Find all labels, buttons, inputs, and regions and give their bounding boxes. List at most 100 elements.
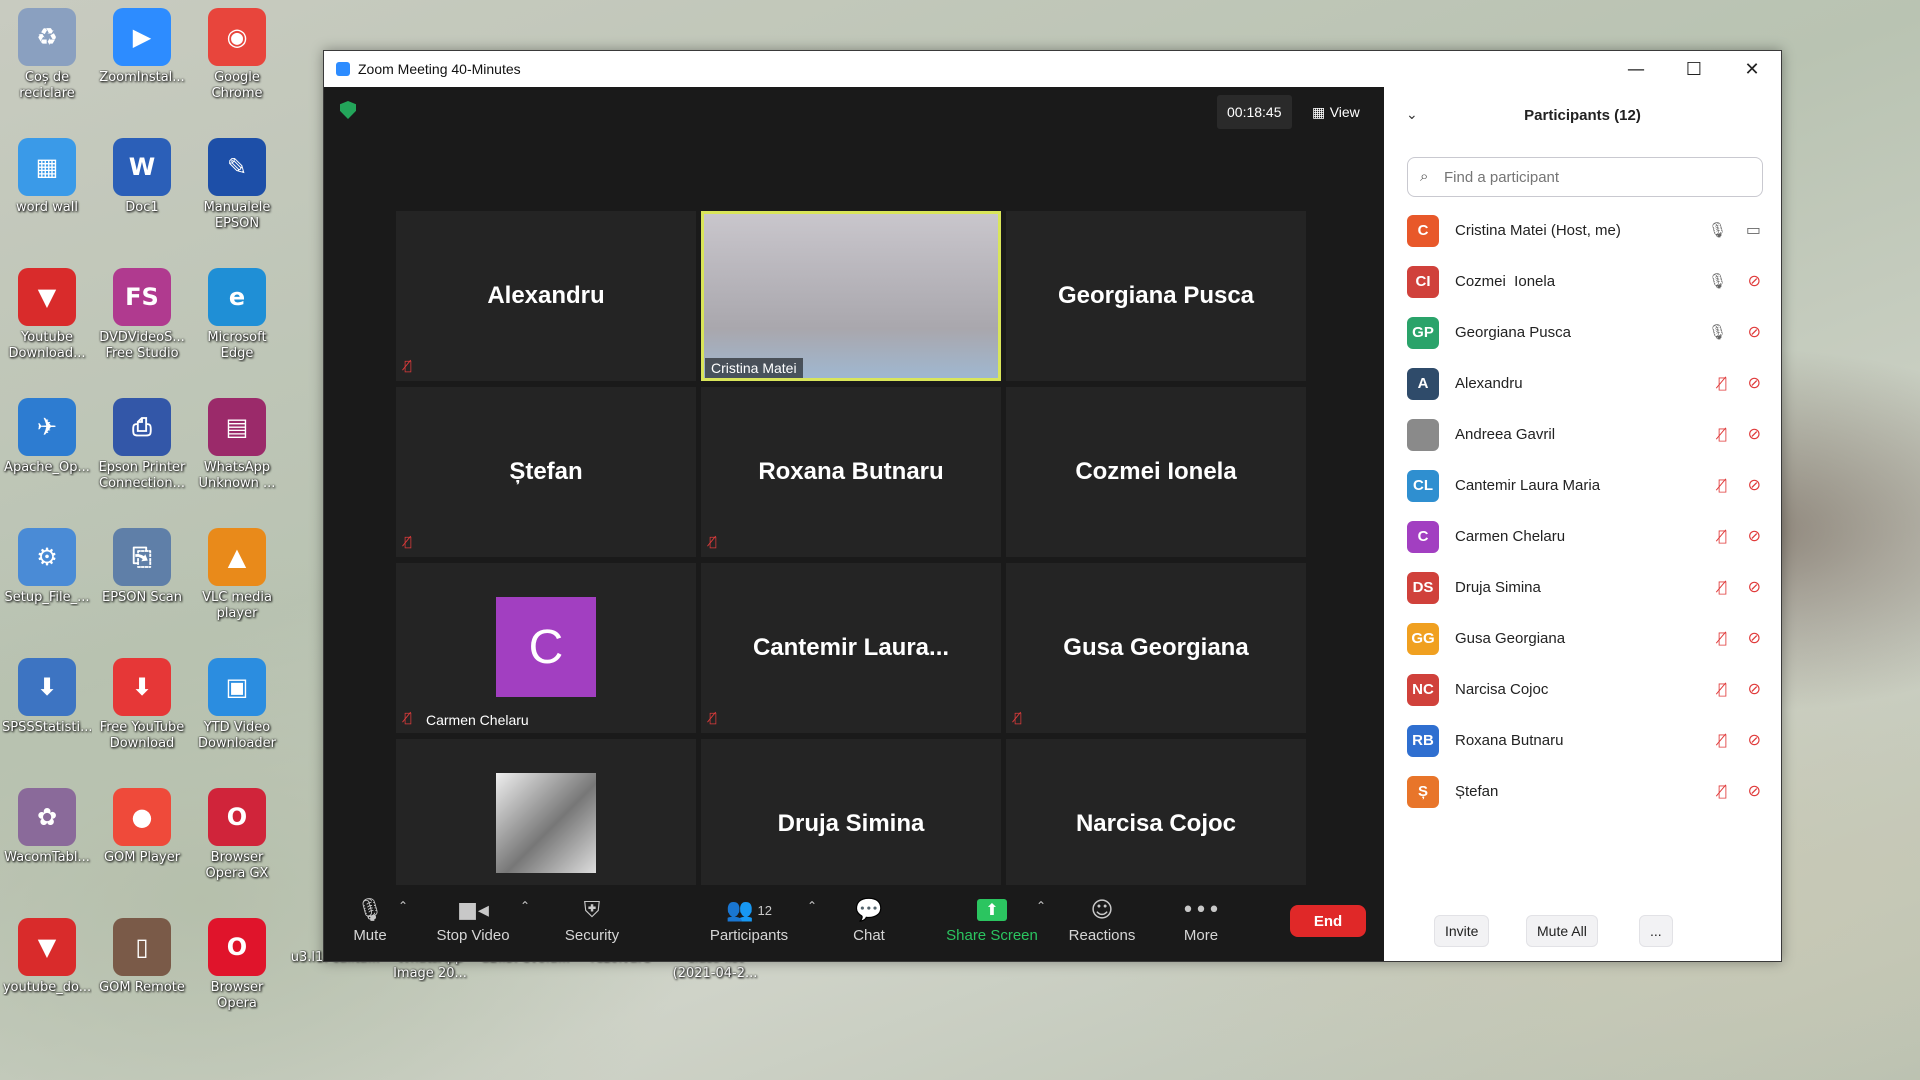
more-button[interactable]: ••• More	[1176, 893, 1226, 945]
desktop-icon[interactable]: ▣ YTD Video Downloader	[192, 658, 282, 752]
microphone-icon[interactable]: 🎙	[1708, 323, 1727, 341]
stop-video-button[interactable]: ■◂ Stop Video	[428, 893, 518, 945]
desktop-icon[interactable]: ⎘ EPSON Scan	[97, 528, 187, 606]
participant-tile[interactable]: Alexandru 🎙̸	[396, 211, 696, 381]
desktop-icon[interactable]: ⬇ Free YouTube Download	[97, 658, 187, 752]
desktop-icon[interactable]: ✿ WacomTabl...	[2, 788, 92, 866]
muted-microphone-icon[interactable]: 🎙̸	[1718, 680, 1727, 698]
desktop-icon[interactable]: ▦ word wall	[2, 138, 92, 216]
video-off-icon[interactable]: ⊘	[1748, 424, 1761, 443]
view-button[interactable]: ▦ View	[1304, 95, 1368, 129]
muted-microphone-icon[interactable]: 🎙̸	[1718, 476, 1727, 494]
video-off-icon[interactable]: ⊘	[1748, 475, 1761, 494]
video-off-icon[interactable]: ⊘	[1748, 730, 1761, 749]
participant-row[interactable]: C Cristina Matei (Host, me) 🎙 ▭	[1384, 205, 1781, 256]
video-options-caret-icon[interactable]: ⌃	[520, 899, 530, 913]
window-title: Zoom Meeting 40-Minutes	[358, 61, 521, 77]
participants-button[interactable]: 👥 12 Participants	[699, 893, 799, 945]
desktop-icon[interactable]: ▤ WhatsApp Unknown ...	[192, 398, 282, 492]
share-screen-button[interactable]: ⬆ Share Screen	[942, 893, 1042, 944]
microphone-icon[interactable]: 🎙	[1708, 221, 1727, 239]
participant-tile[interactable]: Cozmei Ionela	[1006, 387, 1306, 557]
reactions-button[interactable]: ☺ Reactions	[1062, 893, 1142, 945]
video-off-icon[interactable]: ⊘	[1748, 526, 1761, 545]
desktop-icon[interactable]: ◉ Google Chrome	[192, 8, 282, 102]
muted-microphone-icon[interactable]: 🎙̸	[1718, 782, 1727, 800]
participant-row[interactable]: GP Georgiana Pusca 🎙 ⊘	[1384, 307, 1781, 358]
participant-row[interactable]: CI Cozmei Ionela 🎙 ⊘	[1384, 256, 1781, 307]
desktop-icon[interactable]: ⎙ Epson Printer Connection...	[97, 398, 187, 492]
participant-row[interactable]: NC Narcisa Cojoc 🎙̸ ⊘	[1384, 664, 1781, 715]
mute-button[interactable]: 🎙 Mute	[340, 893, 400, 945]
desktop-icon[interactable]: W Doc1	[97, 138, 187, 216]
minimize-button[interactable]: —	[1607, 51, 1665, 87]
desktop-icon[interactable]: e Microsoft Edge	[192, 268, 282, 362]
microphone-icon[interactable]: 🎙	[1708, 272, 1727, 290]
participant-tile[interactable]: Cristina Matei	[701, 211, 1001, 381]
participant-name: Alexandru	[1455, 375, 1523, 392]
desktop-icon[interactable]: ▼ youtube_do...	[2, 918, 92, 996]
video-camera-icon[interactable]: ▭	[1746, 220, 1761, 239]
end-meeting-button[interactable]: End	[1290, 905, 1366, 937]
muted-microphone-icon[interactable]: 🎙̸	[1718, 527, 1727, 545]
participant-tile[interactable]: Roxana Butnaru 🎙̸	[701, 387, 1001, 557]
desktop-icon[interactable]: ● GOM Player	[97, 788, 187, 866]
desktop-icon[interactable]: ▯ GOM Remote	[97, 918, 187, 996]
desktop-icon-label: YTD Video	[203, 720, 271, 735]
participant-row[interactable]: CL Cantemir Laura Maria 🎙̸ ⊘	[1384, 460, 1781, 511]
participant-tile[interactable]: Andreea Gavril🎙̸	[396, 739, 696, 909]
video-off-icon[interactable]: ⊘	[1748, 271, 1761, 290]
muted-microphone-icon[interactable]: 🎙̸	[1718, 578, 1727, 596]
desktop-icon[interactable]: ✈ Apache_Op...	[2, 398, 92, 476]
video-off-icon[interactable]: ⊘	[1748, 577, 1761, 596]
maximize-button[interactable]: ☐	[1665, 51, 1723, 87]
participant-row[interactable]: RB Roxana Butnaru 🎙̸ ⊘	[1384, 715, 1781, 766]
invite-button[interactable]: Invite	[1434, 915, 1490, 947]
participant-tile[interactable]: Druja Simina🎙̸	[701, 739, 1001, 909]
muted-microphone-icon[interactable]: 🎙̸	[1718, 425, 1727, 443]
share-options-caret-icon[interactable]: ⌃	[1036, 899, 1046, 913]
desktop-icon[interactable]: O Browser Opera	[192, 918, 282, 1012]
participant-row[interactable]: C Carmen Chelaru 🎙̸ ⊘	[1384, 511, 1781, 562]
participant-row[interactable]: A Alexandru 🎙̸ ⊘	[1384, 358, 1781, 409]
desktop-icon[interactable]: FS DVDVideoS... Free Studio	[97, 268, 187, 362]
desktop-icon[interactable]: ▲ VLC media player	[192, 528, 282, 622]
participant-tile[interactable]: C Carmen Chelaru 🎙̸	[396, 563, 696, 733]
participant-tile[interactable]: Georgiana Pusca	[1006, 211, 1306, 381]
participant-tile[interactable]: Narcisa Cojoc🎙̸	[1006, 739, 1306, 909]
title-bar[interactable]: Zoom Meeting 40-Minutes — ☐ ✕	[324, 51, 1781, 87]
participant-tile[interactable]: Gusa Georgiana 🎙̸	[1006, 563, 1306, 733]
desktop-icon[interactable]: ⚙ Setup_File_...	[2, 528, 92, 606]
muted-microphone-icon[interactable]: 🎙̸	[1718, 731, 1727, 749]
participant-row[interactable]: Ș Ștefan 🎙̸ ⊘	[1384, 766, 1781, 817]
participants-options-caret-icon[interactable]: ⌃	[807, 899, 817, 913]
security-button[interactable]: ⛨ Security	[554, 893, 630, 945]
participant-search-input[interactable]	[1442, 164, 1746, 190]
encryption-shield-icon[interactable]	[340, 101, 356, 119]
chat-button[interactable]: 💬 Chat	[844, 893, 894, 945]
desktop-icon[interactable]: ✎ Manualele EPSON	[192, 138, 282, 232]
video-off-icon[interactable]: ⊘	[1748, 628, 1761, 647]
video-off-icon[interactable]: ⊘	[1748, 373, 1761, 392]
desktop-icon[interactable]: ▶ ZoomInstal...	[97, 8, 187, 86]
desktop-icon[interactable]: ⬇ SPSSStatisti...	[2, 658, 92, 736]
muted-microphone-icon[interactable]: 🎙̸	[1718, 629, 1727, 647]
participant-tile[interactable]: Cantemir Laura... 🎙̸	[701, 563, 1001, 733]
video-off-icon[interactable]: ⊘	[1748, 322, 1761, 341]
desktop-icon[interactable]: O Browser Opera GX	[192, 788, 282, 882]
participant-avatar: GP	[1407, 316, 1439, 349]
desktop-icon[interactable]: ▼ Youtube Download...	[2, 268, 92, 362]
participant-row[interactable]: GG Gusa Georgiana 🎙̸ ⊘	[1384, 613, 1781, 664]
participant-row[interactable]: DS Druja Simina 🎙̸ ⊘	[1384, 562, 1781, 613]
mute-all-button[interactable]: Mute All	[1526, 915, 1598, 947]
participant-search[interactable]: ⌕	[1407, 157, 1763, 197]
audio-options-caret-icon[interactable]: ⌃	[398, 899, 408, 913]
participant-row[interactable]: Andreea Gavril 🎙̸ ⊘	[1384, 409, 1781, 460]
participant-tile[interactable]: Ștefan 🎙̸	[396, 387, 696, 557]
video-off-icon[interactable]: ⊘	[1748, 781, 1761, 800]
video-off-icon[interactable]: ⊘	[1748, 679, 1761, 698]
panel-more-button[interactable]: ...	[1639, 915, 1673, 947]
desktop-icon[interactable]: ♻ Coș de reciclare	[2, 8, 92, 102]
close-button[interactable]: ✕	[1723, 51, 1781, 87]
muted-microphone-icon[interactable]: 🎙̸	[1718, 374, 1727, 392]
